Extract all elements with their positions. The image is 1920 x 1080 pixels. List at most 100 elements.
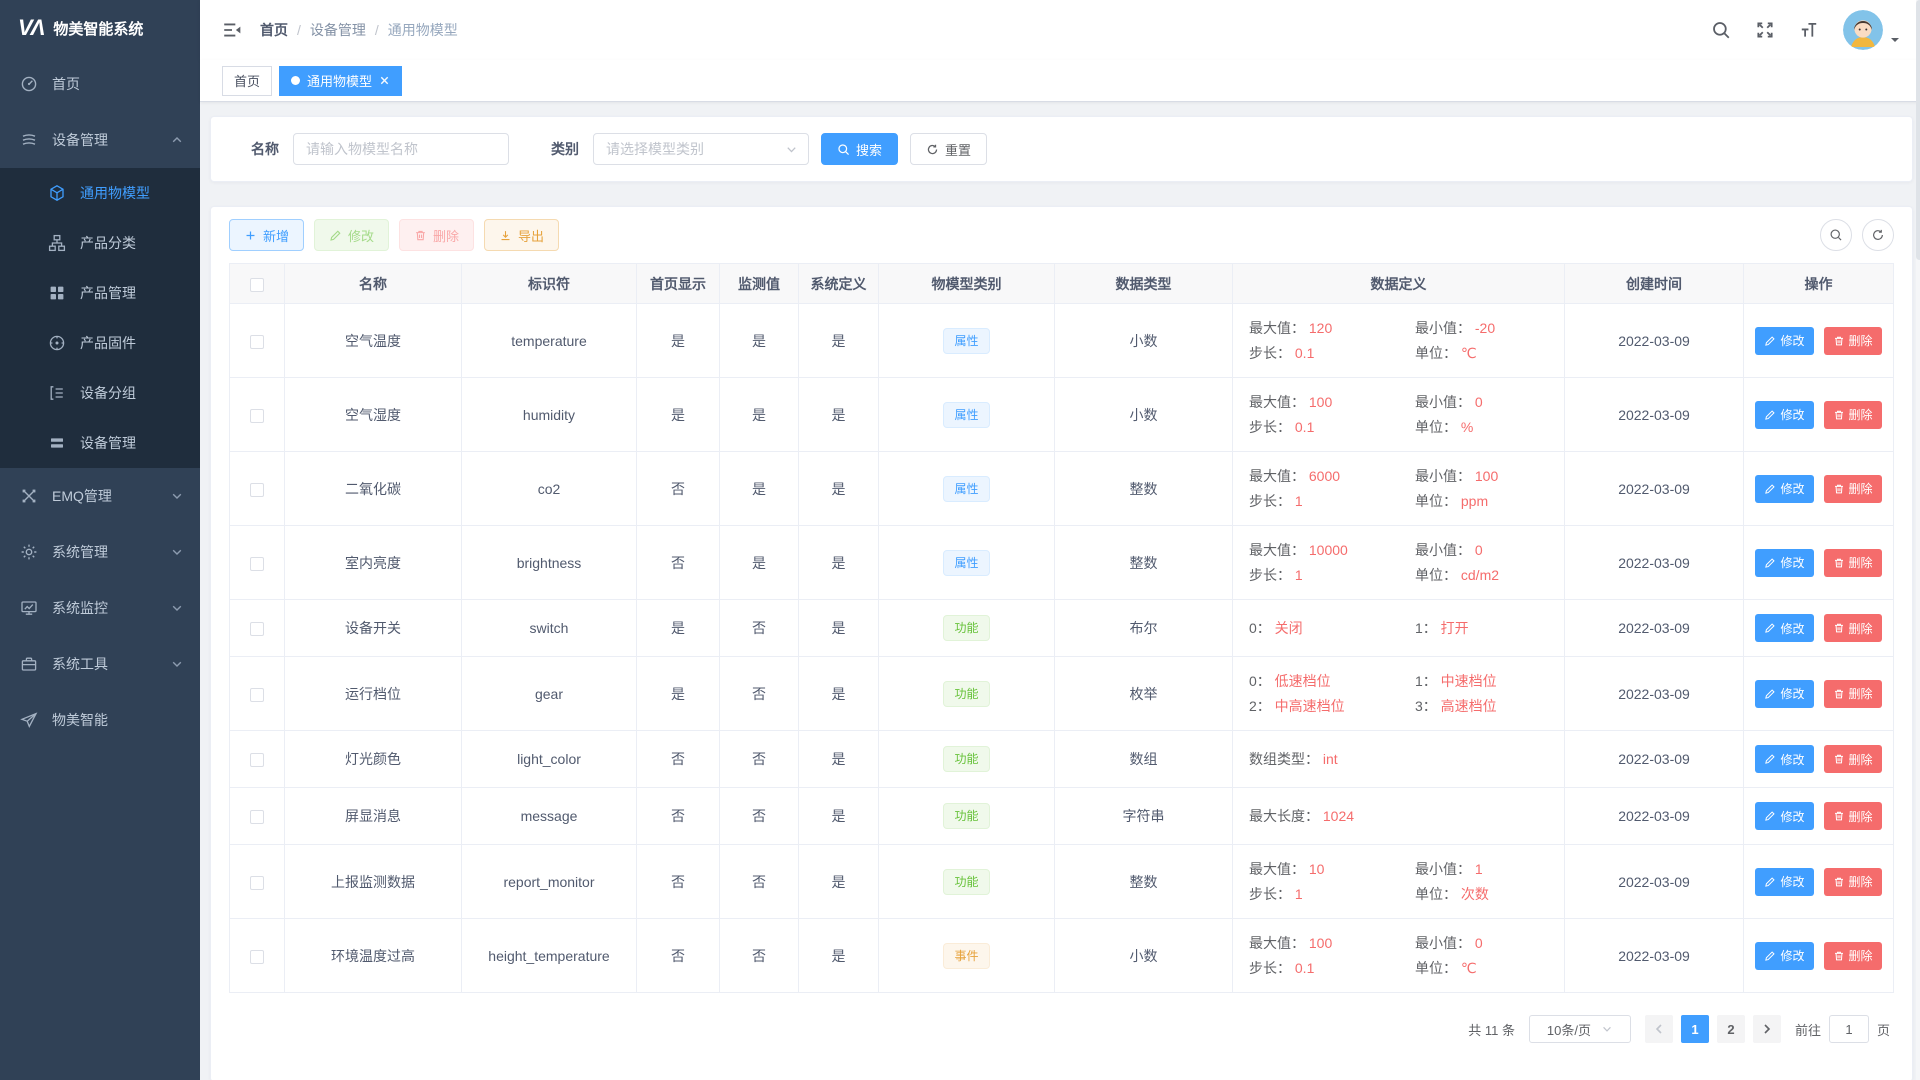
row-edit-button[interactable]: 修改 xyxy=(1755,745,1813,773)
font-size-icon[interactable] xyxy=(1799,20,1819,40)
row-checkbox[interactable] xyxy=(250,622,264,636)
category-filter-select[interactable]: 请选择模型类别 xyxy=(593,133,809,165)
cell-identifier: brightness xyxy=(462,526,637,600)
delete-button[interactable]: 删除 xyxy=(399,219,474,251)
cell-identifier: gear xyxy=(462,657,637,731)
sidebar-item-dashboard[interactable]: 首页 xyxy=(0,56,200,112)
reset-button[interactable]: 重置 xyxy=(910,133,987,165)
breadcrumb-device-mgmt[interactable]: 设备管理 xyxy=(310,20,366,40)
close-icon[interactable] xyxy=(379,75,390,86)
data-definition-item: 单位： ℃ xyxy=(1415,343,1548,363)
sidebar-item-firmware[interactable]: 产品固件 xyxy=(0,318,200,368)
row-checkbox[interactable] xyxy=(250,335,264,349)
sidebar-item-cube[interactable]: 通用物模型 xyxy=(0,168,200,218)
row-edit-button[interactable]: 修改 xyxy=(1755,802,1813,830)
cell-actions: 修改删除 xyxy=(1744,845,1894,919)
row-delete-button[interactable]: 删除 xyxy=(1824,401,1882,429)
cell-actions: 修改删除 xyxy=(1744,657,1894,731)
row-delete-button[interactable]: 删除 xyxy=(1824,614,1882,642)
category-tag: 属性 xyxy=(943,476,989,502)
page-button-1[interactable]: 1 xyxy=(1681,1015,1709,1043)
toggle-search-icon[interactable] xyxy=(1820,219,1852,251)
search-icon[interactable] xyxy=(1711,20,1731,40)
cell-created-time: 2022-03-09 xyxy=(1565,600,1744,657)
row-edit-button[interactable]: 修改 xyxy=(1755,942,1813,970)
definition-value: ℃ xyxy=(1457,960,1477,976)
row-edit-button[interactable]: 修改 xyxy=(1755,680,1813,708)
avatar[interactable] xyxy=(1843,10,1883,50)
row-checkbox[interactable] xyxy=(250,688,264,702)
page-button-2[interactable]: 2 xyxy=(1717,1015,1745,1043)
definition-label: 2： xyxy=(1249,698,1271,714)
sidebar-item-emq[interactable]: EMQ管理 xyxy=(0,468,200,524)
row-delete-button[interactable]: 删除 xyxy=(1824,802,1882,830)
prev-page-button[interactable] xyxy=(1645,1015,1673,1043)
row-edit-button[interactable]: 修改 xyxy=(1755,475,1813,503)
tab-thing-model[interactable]: 通用物模型 xyxy=(279,66,402,96)
app-logo: VΛ 物美智能系统 xyxy=(0,0,200,56)
goto-page-input[interactable] xyxy=(1829,1015,1869,1043)
row-edit-button[interactable]: 修改 xyxy=(1755,549,1813,577)
tab-home[interactable]: 首页 xyxy=(222,66,272,96)
row-checkbox[interactable] xyxy=(250,950,264,964)
row-delete-button[interactable]: 删除 xyxy=(1824,549,1882,577)
cell-system-defined: 是 xyxy=(799,304,879,378)
fullscreen-icon[interactable] xyxy=(1755,20,1775,40)
breadcrumb-home[interactable]: 首页 xyxy=(260,20,288,40)
sidebar-item-monitor[interactable]: 系统监控 xyxy=(0,580,200,636)
row-delete-button[interactable]: 删除 xyxy=(1824,680,1882,708)
data-definition-item: 最小值： 100 xyxy=(1415,466,1548,486)
export-button[interactable]: 导出 xyxy=(484,219,559,251)
category-tag: 功能 xyxy=(943,681,989,707)
name-filter-input[interactable] xyxy=(293,133,509,165)
row-checkbox[interactable] xyxy=(250,409,264,423)
sidebar-item-devices[interactable]: 设备管理 xyxy=(0,112,200,168)
search-button[interactable]: 搜索 xyxy=(821,133,898,165)
row-delete-button[interactable]: 删除 xyxy=(1824,942,1882,970)
row-edit-button[interactable]: 修改 xyxy=(1755,614,1813,642)
definition-value: 100 xyxy=(1305,935,1332,951)
row-edit-button[interactable]: 修改 xyxy=(1755,868,1813,896)
sidebar-toggle-icon[interactable] xyxy=(222,20,242,40)
sidebar-item-toolbox[interactable]: 系统工具 xyxy=(0,636,200,692)
add-button[interactable]: 新增 xyxy=(229,219,304,251)
row-edit-button[interactable]: 修改 xyxy=(1755,401,1813,429)
navbar-actions xyxy=(1711,10,1901,50)
cell-name: 二氧化碳 xyxy=(285,452,462,526)
row-delete-button[interactable]: 删除 xyxy=(1824,327,1882,355)
sidebar-item-group[interactable]: 设备分组 xyxy=(0,368,200,418)
row-edit-button[interactable]: 修改 xyxy=(1755,327,1813,355)
export-button-label: 导出 xyxy=(518,226,544,245)
row-checkbox[interactable] xyxy=(250,557,264,571)
page-scrollbar[interactable] xyxy=(1916,0,1920,1080)
table-row: 屏显消息message否否是功能字符串最大长度： 10242022-03-09修… xyxy=(230,788,1894,845)
sidebar-item-tree[interactable]: 产品分类 xyxy=(0,218,200,268)
select-all-checkbox[interactable] xyxy=(250,278,264,292)
row-checkbox[interactable] xyxy=(250,483,264,497)
row-delete-button[interactable]: 删除 xyxy=(1824,475,1882,503)
chevron-down-icon xyxy=(170,601,184,615)
data-definition-item: 0： 低速档位 xyxy=(1249,671,1407,691)
cell-home-display: 否 xyxy=(637,452,720,526)
cell-select xyxy=(230,657,285,731)
row-delete-button[interactable]: 删除 xyxy=(1824,745,1882,773)
edit-button[interactable]: 修改 xyxy=(314,219,389,251)
row-checkbox[interactable] xyxy=(250,810,264,824)
category-tag: 功能 xyxy=(943,746,989,772)
row-delete-button[interactable]: 删除 xyxy=(1824,868,1882,896)
sidebar-item-device-list[interactable]: 设备管理 xyxy=(0,418,200,468)
data-definition-item: 步长： 0.1 xyxy=(1249,417,1407,437)
sidebar-item-grid[interactable]: 产品管理 xyxy=(0,268,200,318)
table-row: 环境温度过高height_temperature否否是事件小数最大值： 100最… xyxy=(230,919,1894,993)
page-size-select[interactable]: 10条/页 xyxy=(1529,1015,1631,1043)
sidebar-item-paper-plane[interactable]: 物美智能 xyxy=(0,692,200,748)
next-page-button[interactable] xyxy=(1753,1015,1781,1043)
user-menu[interactable] xyxy=(1843,10,1901,50)
cell-category: 属性 xyxy=(879,452,1055,526)
refresh-icon[interactable] xyxy=(1862,219,1894,251)
column-header-7: 数据定义 xyxy=(1233,264,1565,304)
row-checkbox[interactable] xyxy=(250,876,264,890)
row-checkbox[interactable] xyxy=(250,753,264,767)
sidebar-item-gear[interactable]: 系统管理 xyxy=(0,524,200,580)
definition-label: 单位： xyxy=(1415,345,1457,361)
